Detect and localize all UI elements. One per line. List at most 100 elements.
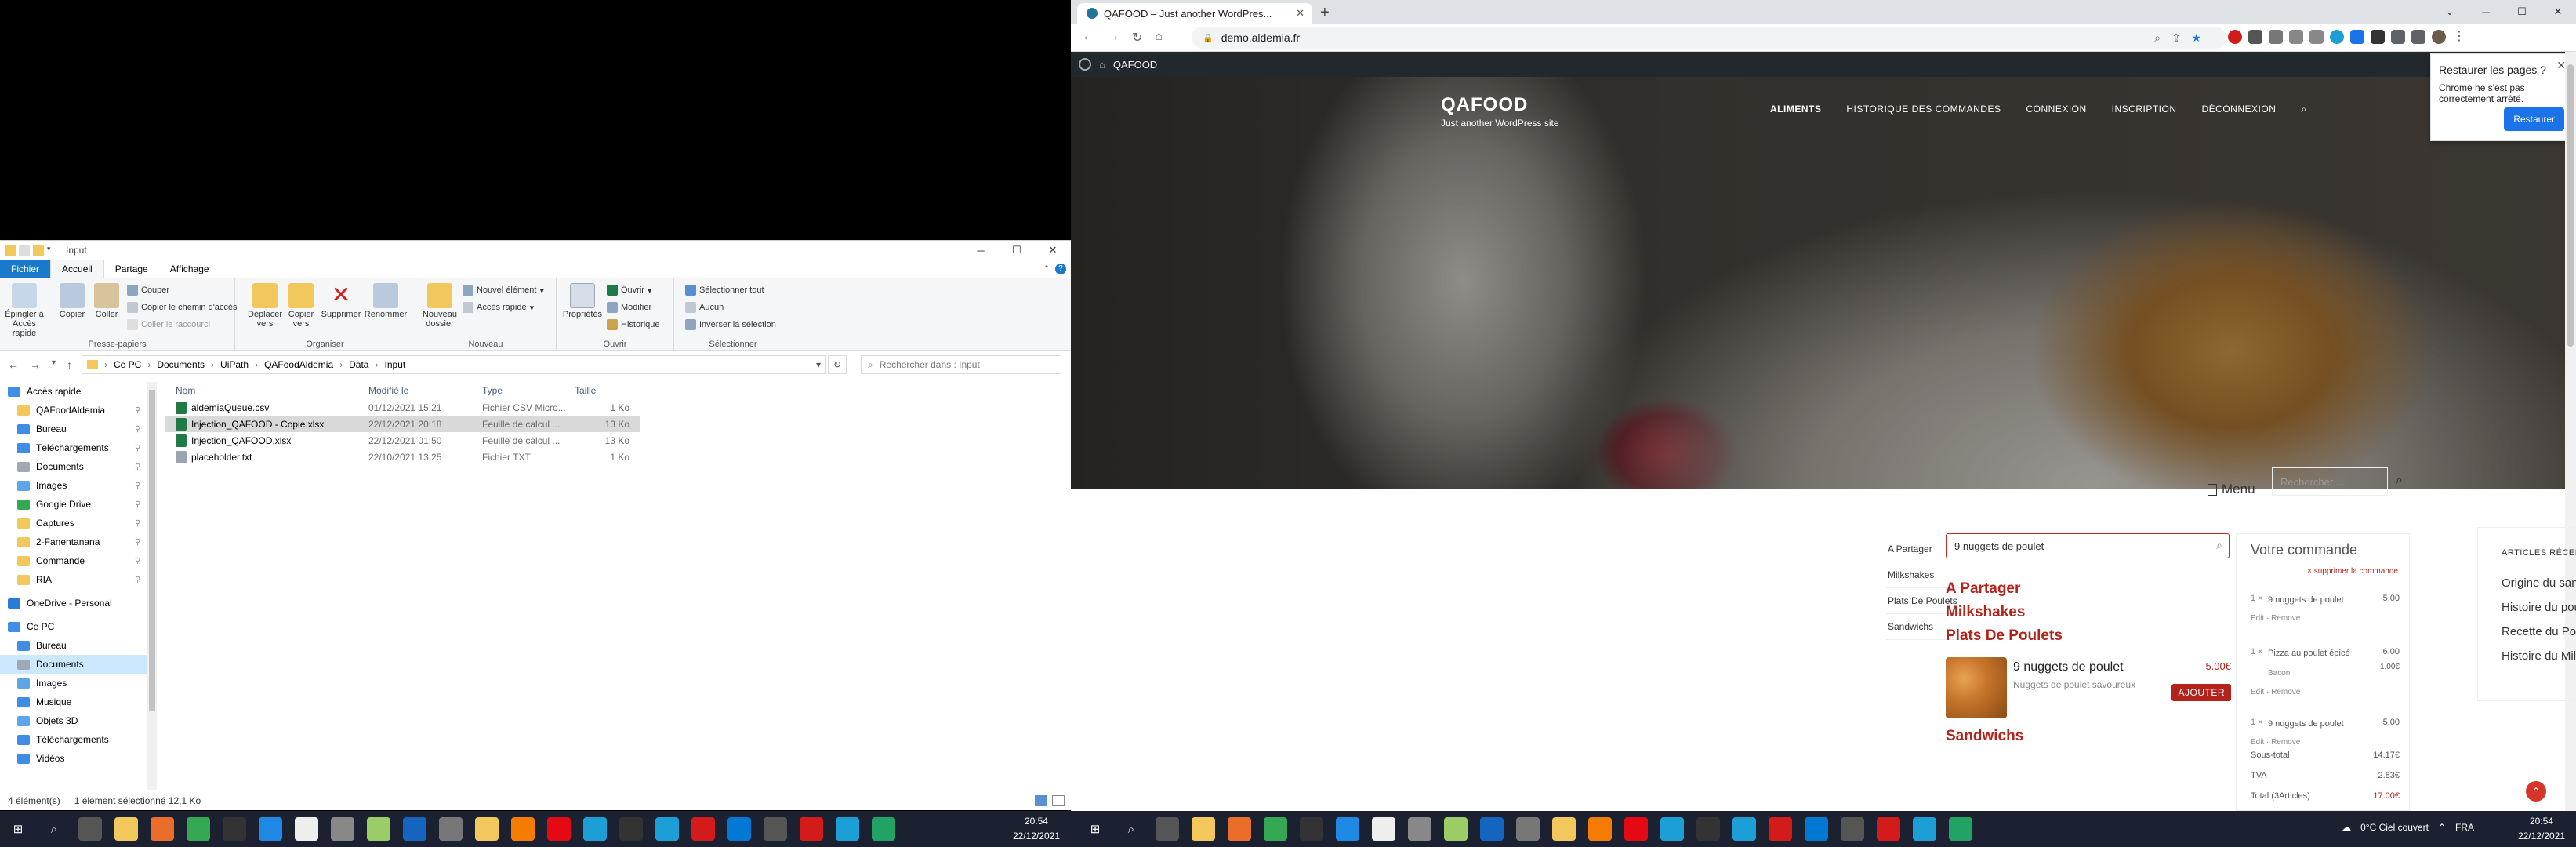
nav-item[interactable]: RIA ⚲ — [0, 570, 157, 589]
opera-icon[interactable] — [800, 817, 823, 841]
properties-icon[interactable] — [19, 245, 30, 256]
file-row[interactable]: aldemiaQueue.csv 01/12/2021 15:21 Fichier … — [165, 399, 1066, 416]
breadcrumb-separator-icon[interactable]: › — [147, 359, 151, 370]
skype-icon[interactable] — [583, 817, 607, 841]
extension-icon-run[interactable] — [2371, 30, 2385, 44]
breadcrumb-segment[interactable]: UiPath — [220, 359, 249, 370]
history-button[interactable]: Historique — [607, 319, 660, 330]
cut-button[interactable]: Couper — [127, 285, 169, 296]
edge-icon[interactable] — [727, 817, 751, 841]
recent-post-link[interactable]: Histoire du poulet Tikka — [2502, 601, 2576, 614]
new-folder-button[interactable]: Nouveau dossier — [420, 283, 459, 329]
chevron-down-icon[interactable]: ▾ — [816, 359, 821, 370]
recent-locations-icon[interactable]: ▾ — [52, 358, 56, 371]
copy-button[interactable]: Copier — [56, 283, 88, 319]
extension-icon-devtools[interactable] — [2269, 30, 2283, 44]
search-icon[interactable]: ⌕ — [2301, 104, 2306, 115]
folder-icon[interactable] — [1192, 817, 1215, 841]
file-row[interactable]: Injection_QAFOOD - Copie.xlsx 22/12/2021 … — [165, 416, 640, 432]
extension-icon-link[interactable] — [2309, 30, 2324, 44]
nav-item[interactable]: Objets 3D — [0, 711, 157, 730]
close-tab-icon[interactable]: ✕ — [1296, 7, 1304, 20]
close-button[interactable]: ✕ — [1035, 241, 1071, 260]
home-icon[interactable]: ⌂ — [1155, 30, 1163, 45]
app-icon[interactable] — [872, 817, 895, 841]
menu-search-input[interactable]: 9 nuggets de poulet ⌕ — [1946, 533, 2230, 558]
ribbon-collapse-icon[interactable]: ⌃ — [1043, 264, 1050, 274]
word-icon[interactable] — [1480, 817, 1504, 841]
app-icon[interactable] — [295, 817, 318, 841]
new-item-button[interactable]: Nouvel élément ▾ — [463, 285, 544, 296]
nav-item[interactable]: Bureau — [0, 636, 157, 655]
reload-icon[interactable]: ↻ — [1132, 30, 1142, 45]
netflix-icon[interactable] — [547, 817, 571, 841]
tab-accueil[interactable]: Accueil — [50, 259, 104, 278]
maximize-button[interactable]: ☐ — [999, 241, 1035, 260]
folder-icon[interactable] — [1552, 817, 1576, 841]
zoom-icon[interactable]: ⌕ — [2154, 31, 2161, 45]
invert-selection-button[interactable]: Inverser la sélection — [685, 319, 776, 330]
site-title[interactable]: QAFOOD — [1441, 94, 1559, 116]
column-name[interactable]: Nom — [165, 385, 368, 396]
up-icon[interactable]: ↑ — [67, 358, 72, 371]
wordpress-logo-icon[interactable] — [1079, 58, 1091, 71]
breadcrumb-segment[interactable]: Data — [349, 359, 368, 370]
chrome-icon[interactable] — [1841, 817, 1864, 841]
refresh-button[interactable]: ↻ — [828, 355, 847, 374]
nav-item[interactable]: Vidéos — [0, 749, 157, 768]
nav-item[interactable]: Bureau ⚲ — [0, 420, 157, 438]
clear-order-link[interactable]: × supprimer la commande — [2307, 567, 2398, 576]
forward-icon[interactable]: → — [1107, 30, 1119, 45]
file-row[interactable]: placeholder.txt 22/10/2021 13:25 Fichier T… — [165, 449, 1066, 465]
back-icon[interactable]: ← — [1082, 30, 1094, 45]
details-view-icon[interactable] — [1035, 795, 1047, 806]
nav-deconnexion[interactable]: DÉCONNEXION — [2202, 104, 2277, 115]
breadcrumb-segment[interactable]: QAFoodAldemia — [264, 359, 333, 370]
scroll-to-top-button[interactable]: ⌃ — [2526, 781, 2546, 802]
category-heading-sandwichs[interactable]: Sandwichs — [1946, 728, 2023, 745]
nav-connexion[interactable]: CONNEXION — [2026, 104, 2086, 115]
paste-shortcut-button[interactable]: Coller le raccourci — [127, 319, 210, 330]
product-image[interactable] — [1946, 657, 2007, 718]
breadcrumb-separator-icon[interactable]: › — [255, 359, 258, 370]
new-tab-button[interactable]: + — [1320, 4, 1330, 22]
wp-site-name[interactable]: QAFOOD — [1113, 59, 1157, 71]
nav-item[interactable]: Commande ⚲ — [0, 551, 157, 570]
nav-item[interactable]: Documents ⚲ — [0, 457, 157, 476]
extension-icon-uipath[interactable] — [2330, 30, 2344, 44]
close-button[interactable]: ✕ — [2540, 0, 2576, 24]
app-icon[interactable] — [187, 817, 210, 841]
category-heading-milkshakes[interactable]: Milkshakes — [1946, 604, 2025, 621]
uipath-icon[interactable] — [655, 817, 679, 841]
cart-line-actions[interactable]: Edit · Remove — [2251, 614, 2300, 623]
weather-text[interactable]: 0°C Ciel couvert — [2360, 822, 2429, 833]
word-icon[interactable] — [403, 817, 426, 841]
app-icon[interactable] — [331, 817, 354, 841]
nav-item[interactable]: Téléchargements — [0, 730, 157, 749]
add-to-cart-button[interactable]: AJOUTER — [2171, 684, 2231, 701]
nav-item[interactable]: 2-Fanentanana ⚲ — [0, 533, 157, 551]
tab-affichage[interactable]: Affichage — [159, 260, 220, 278]
properties-button[interactable]: Propriétés — [561, 283, 604, 319]
nav-item[interactable]: OneDrive - Personal — [0, 594, 157, 613]
category-heading-a-partager[interactable]: A Partager — [1946, 580, 2020, 598]
nav-item[interactable]: Images ⚲ — [0, 476, 157, 495]
edge-icon[interactable] — [1805, 817, 1828, 841]
search-input[interactable]: ⌕ Rechercher dans : Input — [861, 355, 1061, 374]
app-icon[interactable] — [1516, 817, 1540, 841]
app-icon[interactable] — [151, 817, 174, 841]
vscode-icon[interactable] — [259, 817, 282, 841]
widget-search-input[interactable]: Rechercher ... — [2272, 467, 2388, 496]
select-none-button[interactable]: Aucun — [685, 302, 724, 313]
folder-icon[interactable] — [475, 817, 499, 841]
app-icon[interactable] — [1444, 817, 1468, 841]
nav-historique[interactable]: HISTORIQUE DES COMMANDES — [1846, 104, 2001, 115]
tab-fichier[interactable]: Fichier — [0, 259, 51, 278]
menu-toggle[interactable]: Menu — [2208, 482, 2255, 497]
rename-button[interactable]: Renommer — [364, 283, 408, 319]
app-icon[interactable] — [1949, 817, 1972, 841]
start-menu-icon[interactable]: ⊞ — [6, 817, 30, 841]
paste-button[interactable]: Coller — [91, 283, 122, 319]
app-icon[interactable] — [691, 817, 715, 841]
app-icon[interactable] — [1408, 817, 1431, 841]
